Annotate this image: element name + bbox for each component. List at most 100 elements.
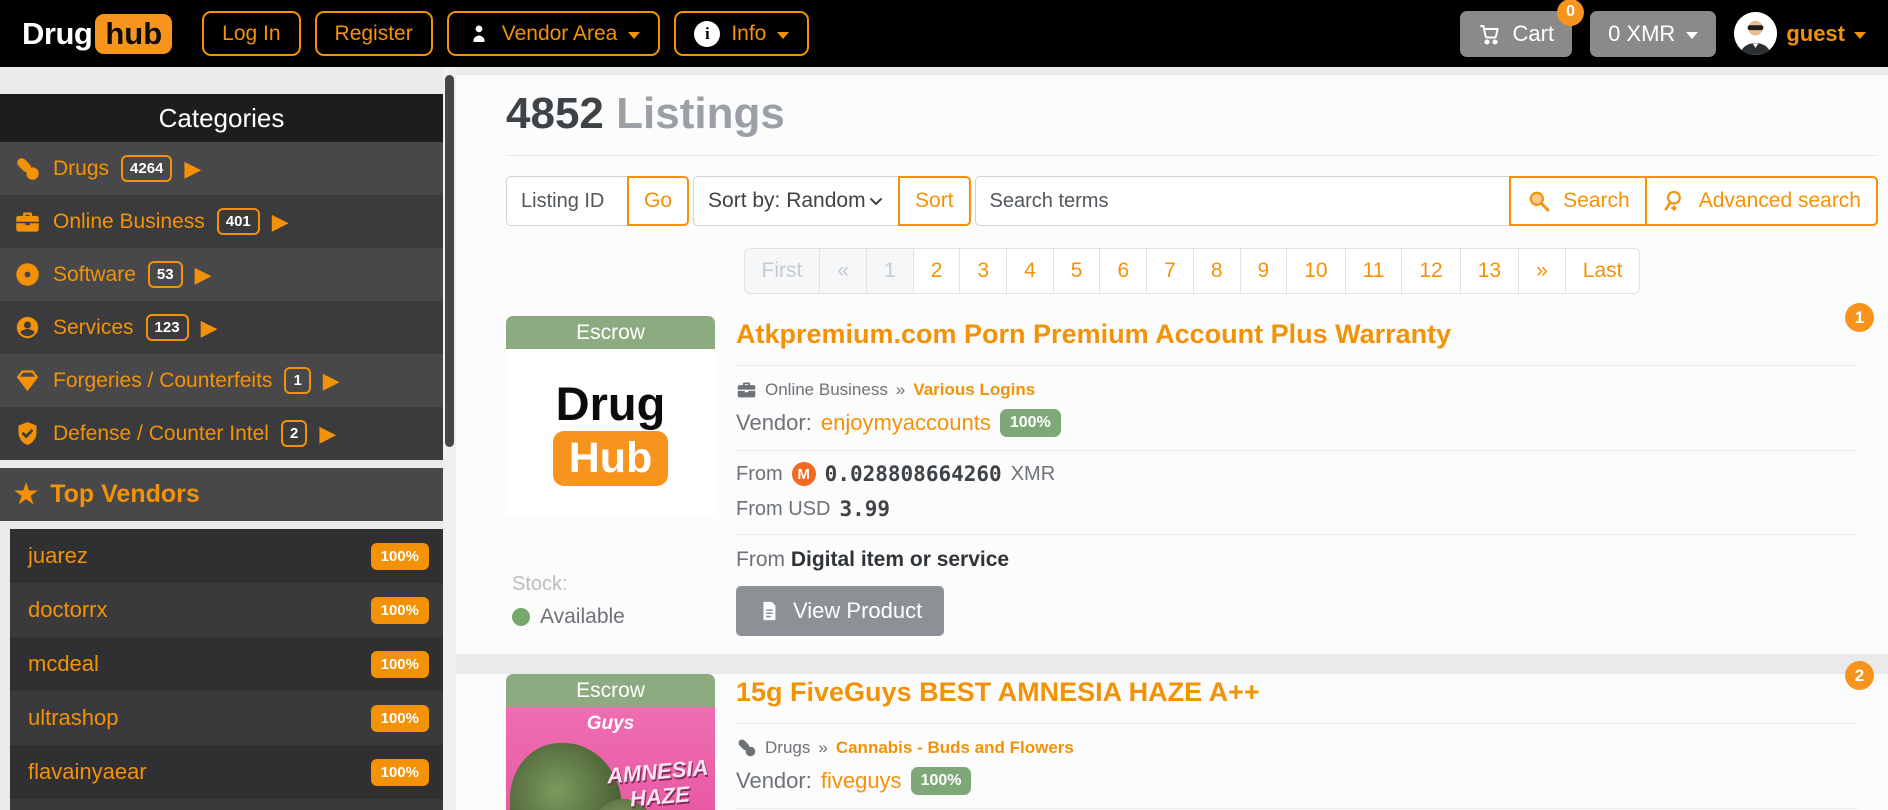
- listing-title[interactable]: Atkpremium.com Porn Premium Account Plus…: [736, 316, 1858, 365]
- sidebar-item-online-business[interactable]: Online Business 401: [0, 195, 443, 248]
- vendor-row[interactable]: ultrashop 100%: [10, 691, 443, 745]
- sort-by-select[interactable]: Sort by: Random: [693, 176, 899, 226]
- page-4[interactable]: 4: [1006, 248, 1054, 294]
- search-button[interactable]: Search: [1509, 176, 1647, 226]
- info-label: Info: [731, 22, 766, 46]
- vendor-row[interactable]: flavainyaear 100%: [10, 745, 443, 799]
- register-button[interactable]: Register: [315, 11, 433, 56]
- usd-price-value: 3.99: [839, 497, 890, 521]
- xmr-price-line: From 0.028808664260 XMR: [736, 462, 1858, 486]
- view-product-button[interactable]: View Product: [736, 586, 944, 636]
- page-13[interactable]: 13: [1460, 248, 1519, 294]
- listing-image[interactable]: Drug Hub: [506, 349, 715, 517]
- scrollbar-thumb[interactable]: [445, 75, 454, 447]
- category-count-badge: 401: [217, 208, 260, 235]
- page-9[interactable]: 9: [1240, 248, 1288, 294]
- page-8[interactable]: 8: [1193, 248, 1241, 294]
- vendor-row[interactable]: [10, 799, 443, 810]
- listings-count-suffix: Listings: [616, 89, 785, 138]
- escrow-badge: Escrow: [506, 316, 715, 349]
- monero-icon: [792, 462, 816, 486]
- login-button[interactable]: Log In: [202, 11, 300, 56]
- category-name[interactable]: Online Business: [765, 380, 888, 400]
- category-label: Services: [53, 316, 134, 340]
- ship-from-value: Digital item or service: [791, 548, 1009, 571]
- shield-check-icon: [14, 420, 41, 447]
- sidebar-item-defense[interactable]: Defense / Counter Intel 2: [0, 407, 443, 460]
- vendor-link[interactable]: fiveguys: [821, 768, 902, 794]
- site-logo[interactable]: Drug hub: [22, 14, 172, 54]
- listing-image[interactable]: Guys AMNESIA HAZE: [506, 707, 715, 810]
- listing-media-column: Escrow Guys AMNESIA HAZE: [506, 674, 715, 810]
- page-7[interactable]: 7: [1146, 248, 1194, 294]
- page-3[interactable]: 3: [959, 248, 1007, 294]
- listing-media-column: Escrow Drug Hub Stock: Available: [506, 316, 715, 636]
- subcategory-name[interactable]: Cannabis - Buds and Flowers: [836, 738, 1074, 758]
- balance-dropdown[interactable]: 0 XMR: [1590, 11, 1716, 57]
- login-label: Log In: [222, 22, 280, 46]
- user-menu[interactable]: guest: [1734, 12, 1866, 55]
- page-2[interactable]: 2: [913, 248, 961, 294]
- vendor-row[interactable]: juarez 100%: [10, 529, 443, 583]
- vendor-rating-badge: 100%: [371, 543, 429, 570]
- sidebar-item-forgeries[interactable]: Forgeries / Counterfeits 1: [0, 354, 443, 407]
- chevron-down-icon: [628, 32, 640, 39]
- sort-button[interactable]: Sort: [898, 176, 971, 226]
- vendor-link[interactable]: enjoymyaccounts: [821, 410, 991, 436]
- top-vendors-list: juarez 100% doctorrx 100% mcdeal 100% ul…: [10, 529, 443, 810]
- page-12[interactable]: 12: [1401, 248, 1460, 294]
- listing-card: 1 Escrow Drug Hub Stock: Available Atkpr…: [506, 316, 1858, 636]
- listing-details-column: Atkpremium.com Porn Premium Account Plus…: [715, 316, 1858, 636]
- info-dropdown[interactable]: Info: [674, 11, 809, 56]
- sidebar-item-drugs[interactable]: Drugs 4264: [0, 142, 443, 195]
- expand-arrow-icon[interactable]: [323, 370, 340, 392]
- search-toolbar: Go Sort by: Random Sort Search Advanced …: [506, 176, 1878, 226]
- category-count-badge: 4264: [121, 155, 172, 182]
- chevron-down-icon: [777, 32, 789, 39]
- page-1: 1: [866, 248, 914, 294]
- vendor-name: doctorrx: [28, 597, 107, 623]
- page-next[interactable]: »: [1518, 248, 1566, 294]
- search-terms-input[interactable]: [975, 176, 1511, 226]
- expand-arrow-icon[interactable]: [272, 211, 289, 233]
- divider: [736, 534, 1858, 535]
- page-11[interactable]: 11: [1345, 248, 1403, 294]
- sidebar-item-services[interactable]: Services 123: [0, 301, 443, 354]
- cart-count-badge: 0: [1557, 0, 1584, 26]
- go-button[interactable]: Go: [627, 176, 689, 226]
- listing-category-line: Drugs » Cannabis - Buds and Flowers: [736, 737, 1858, 758]
- listing-title[interactable]: 15g FiveGuys BEST AMNESIA HAZE A++: [736, 674, 1858, 723]
- expand-arrow-icon[interactable]: [184, 158, 201, 180]
- listing-id-input[interactable]: [506, 176, 628, 226]
- sidebar-scrollbar[interactable]: [443, 67, 456, 810]
- category-count-badge: 2: [281, 420, 307, 447]
- user-label: guest: [1786, 21, 1845, 47]
- vendor-row[interactable]: doctorrx 100%: [10, 583, 443, 637]
- category-label: Software: [53, 263, 136, 287]
- vendor-area-dropdown[interactable]: Vendor Area: [447, 11, 661, 56]
- category-name[interactable]: Drugs: [765, 738, 810, 758]
- expand-arrow-icon[interactable]: [195, 264, 212, 286]
- page-last[interactable]: Last: [1565, 248, 1641, 294]
- ships-from-line: From Digital item or service: [736, 548, 1858, 572]
- vendor-name: juarez: [28, 543, 88, 569]
- sidebar-item-software[interactable]: Software 53: [0, 248, 443, 301]
- page-6[interactable]: 6: [1099, 248, 1147, 294]
- cart-button[interactable]: Cart 0: [1460, 11, 1573, 57]
- listing-vendor-line: Vendor: fiveguys 100%: [736, 767, 1858, 795]
- page-5[interactable]: 5: [1053, 248, 1101, 294]
- divider: [736, 723, 1858, 724]
- image-text: Guys: [506, 713, 715, 735]
- subcategory-name[interactable]: Various Logins: [913, 380, 1035, 400]
- expand-arrow-icon[interactable]: [319, 423, 336, 445]
- vendor-name: ultrashop: [28, 705, 119, 731]
- page-10[interactable]: 10: [1286, 248, 1345, 294]
- vendor-rating-badge: 100%: [371, 597, 429, 624]
- vendor-name: flavainyaear: [28, 759, 147, 785]
- advanced-search-button[interactable]: Advanced search: [1645, 176, 1878, 226]
- page-prev: «: [819, 248, 867, 294]
- expand-arrow-icon[interactable]: [201, 317, 218, 339]
- cart-icon: [1478, 22, 1502, 46]
- vendor-row[interactable]: mcdeal 100%: [10, 637, 443, 691]
- image-caption: AMNESIA HAZE: [606, 755, 711, 810]
